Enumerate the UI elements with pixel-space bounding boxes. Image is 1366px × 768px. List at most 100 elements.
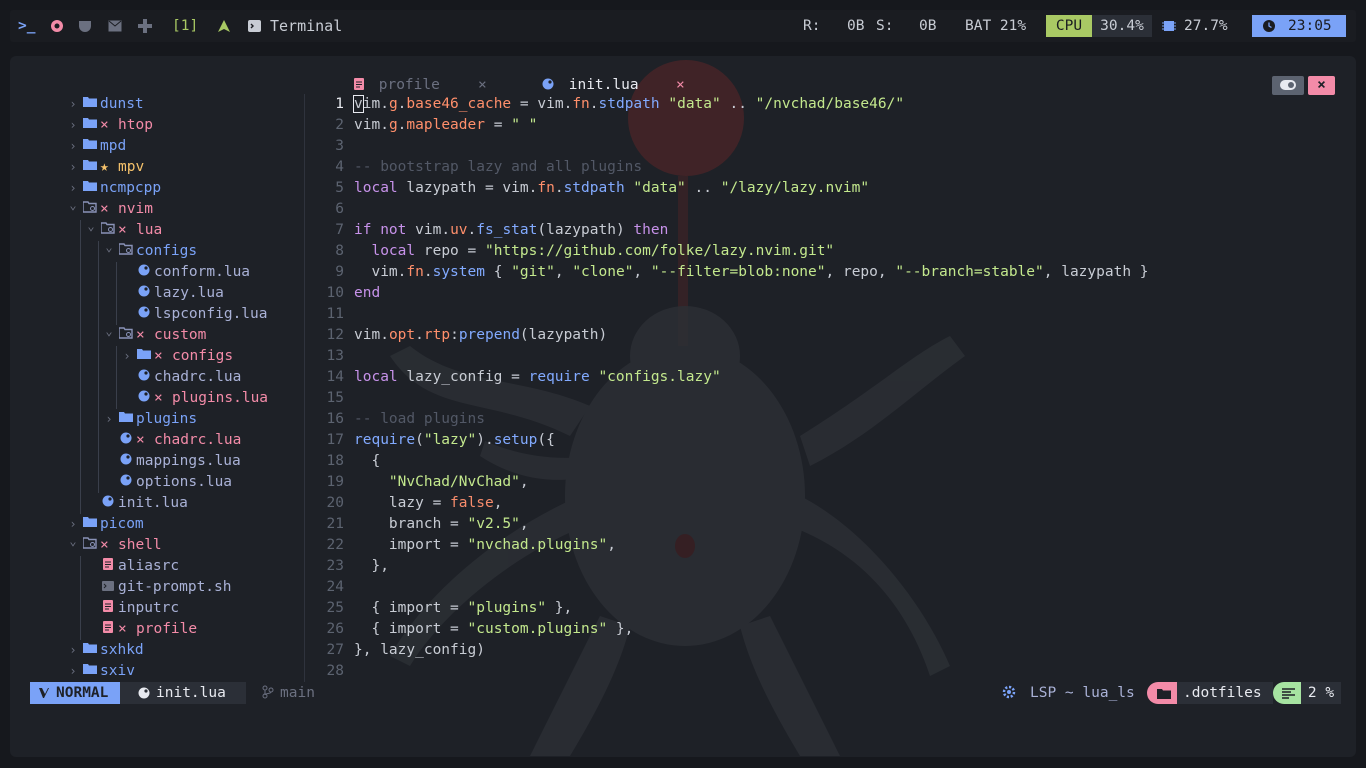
tree-folder[interactable]: › mpd: [50, 136, 305, 157]
browser-icon[interactable]: [50, 10, 64, 42]
code-text: vim.fn.system { "git", "clone", "--filte…: [354, 262, 1148, 283]
tree-file[interactable]: × plugins.lua: [50, 388, 305, 409]
tree-folder[interactable]: › sxhkd: [50, 640, 305, 661]
chevron-right-icon[interactable]: ›: [66, 136, 80, 157]
tree-file[interactable]: inputrc: [50, 598, 305, 619]
code-text: local repo = "https://github.com/folke/l…: [354, 241, 834, 262]
tree-file[interactable]: × chadrc.lua: [50, 430, 305, 451]
arch-icon: [217, 10, 231, 42]
code-token: mapleader: [406, 117, 485, 133]
chevron-right-icon[interactable]: ›: [66, 661, 80, 682]
chevron-right-icon[interactable]: ›: [66, 640, 80, 661]
code-token: opt: [388, 327, 416, 343]
tree-folder[interactable]: › dunst: [50, 94, 305, 115]
chevron-right-icon[interactable]: ›: [66, 94, 80, 115]
line-number: 2: [335, 117, 344, 133]
chevron-right-icon[interactable]: ›: [66, 157, 80, 178]
tree-folder[interactable]: › × htop: [50, 115, 305, 136]
tree-item-label: init.lua: [118, 495, 188, 511]
code-token: -- load plugins: [354, 411, 485, 427]
code-text: { import = "custom.plugins" },: [354, 619, 633, 640]
code-token: vim: [406, 222, 442, 238]
tree-item-label: aliasrc: [118, 558, 180, 574]
shell-file-icon: [100, 577, 116, 598]
code-token: prepend: [458, 327, 520, 343]
modified-icon: ×: [118, 621, 127, 637]
tree-item-label: nvim: [118, 201, 153, 217]
tree-file[interactable]: conform.lua: [50, 262, 305, 283]
code-token: lazy_config =: [397, 369, 529, 385]
chevron-down-icon[interactable]: ⌄: [102, 321, 116, 342]
text-cursor: v: [353, 95, 364, 113]
chevron-down-icon[interactable]: ⌄: [84, 216, 98, 237]
folder-icon: [82, 157, 98, 178]
tree-file[interactable]: git-prompt.sh: [50, 577, 305, 598]
theme-toggle-button[interactable]: [1272, 76, 1304, 95]
line-number: 15: [326, 390, 344, 406]
tree-folder[interactable]: › ★ mpv: [50, 157, 305, 178]
tree-folder[interactable]: › plugins: [50, 409, 305, 430]
games-icon[interactable]: [138, 10, 152, 42]
workspace-indicator[interactable]: [1]: [172, 10, 198, 42]
folder-icon: [136, 346, 152, 367]
lua-file-icon: [136, 388, 152, 409]
chevron-right-icon[interactable]: ›: [102, 409, 116, 430]
code-editor[interactable]: 1 vim.g.base46_cache = vim.fn.stdpath "da…: [322, 94, 1322, 682]
modified-icon: ×: [154, 348, 163, 364]
tree-item-label: picom: [100, 516, 144, 532]
code-token: ,: [519, 516, 529, 532]
tree-folder[interactable]: ⌄ × custom: [50, 324, 305, 346]
chevron-right-icon[interactable]: ›: [66, 115, 80, 136]
pocket-icon[interactable]: [78, 10, 92, 42]
tree-item-label: conform.lua: [154, 264, 251, 280]
tree-file[interactable]: aliasrc: [50, 556, 305, 577]
code-token: .: [441, 222, 451, 238]
lua-file-icon: [136, 262, 152, 283]
code-token: g: [388, 117, 398, 133]
close-all-button[interactable]: ×: [1308, 76, 1335, 95]
tree-file[interactable]: mappings.lua: [50, 451, 305, 472]
tab-init-lua[interactable]: init.lua ×: [542, 74, 685, 96]
line-number: 12: [326, 327, 344, 343]
mail-icon[interactable]: [108, 10, 122, 42]
code-token: fs_stat: [476, 222, 538, 238]
code-token: vim: [354, 117, 381, 133]
tree-file[interactable]: lspconfig.lua: [50, 304, 305, 325]
tree-item-label: shell: [118, 537, 162, 553]
tree-file[interactable]: options.lua: [50, 472, 305, 493]
tree-item-label: custom: [154, 327, 207, 343]
tree-folder[interactable]: › × configs: [50, 346, 305, 367]
code-token: .: [554, 180, 564, 196]
chevron-right-icon[interactable]: ›: [120, 346, 134, 367]
tree-folder[interactable]: › picom: [50, 514, 305, 535]
tree-item-label: inputrc: [118, 600, 180, 616]
code-token: branch =: [354, 516, 468, 532]
tree-item-label: dunst: [100, 96, 144, 112]
tree-folder[interactable]: › ncmpcpp: [50, 178, 305, 199]
chevron-down-icon[interactable]: ⌄: [66, 531, 80, 552]
tab-profile[interactable]: profile ×: [354, 74, 487, 96]
line-number: 1: [335, 96, 344, 112]
tree-item-label: lazy.lua: [154, 285, 224, 301]
code-token: system: [432, 264, 485, 280]
line-number: 22: [326, 537, 344, 553]
tree-folder[interactable]: ⌄ configs: [50, 240, 305, 262]
tree-folder[interactable]: › sxiv: [50, 661, 305, 682]
terminal-launcher-icon[interactable]: >_: [18, 10, 35, 42]
modified-icon: ×: [136, 327, 145, 343]
tree-file[interactable]: × profile: [50, 619, 305, 640]
line-number: 23: [326, 558, 344, 574]
tree-file[interactable]: lazy.lua: [50, 283, 305, 304]
tab-close-icon[interactable]: ×: [478, 74, 487, 96]
indent-guide: [98, 241, 99, 493]
lua-file-icon: [136, 283, 152, 304]
code-token: "data": [633, 180, 686, 196]
tab-close-icon[interactable]: ×: [676, 74, 685, 96]
tree-file[interactable]: init.lua: [50, 493, 305, 514]
tree-folder[interactable]: ⌄ × shell: [50, 534, 305, 556]
code-text: lazy = false,: [354, 493, 503, 514]
tree-file[interactable]: chadrc.lua: [50, 367, 305, 388]
chevron-down-icon[interactable]: ⌄: [66, 195, 80, 216]
chevron-down-icon[interactable]: ⌄: [102, 237, 116, 258]
tree-folder[interactable]: ⌄ × lua: [50, 219, 305, 241]
